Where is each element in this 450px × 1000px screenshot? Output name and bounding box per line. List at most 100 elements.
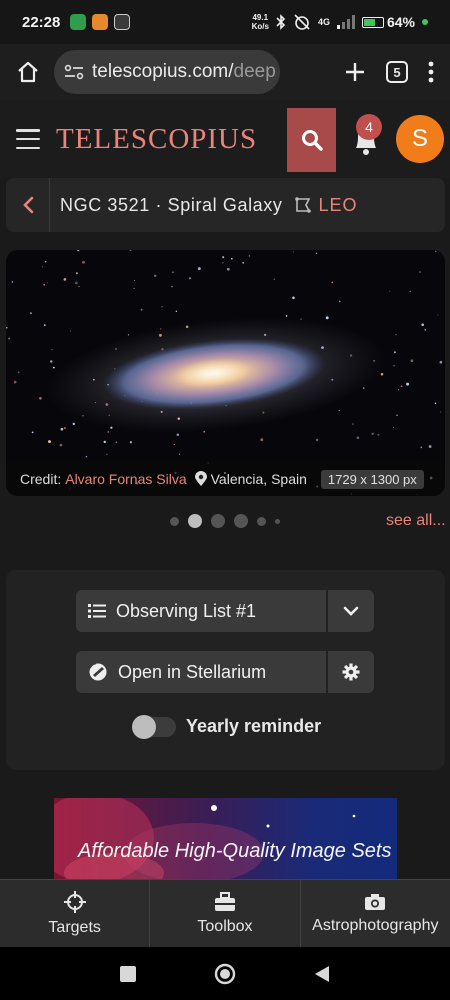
star xyxy=(176,433,180,436)
site-logo[interactable]: TELESCOPIUS xyxy=(56,123,257,156)
star xyxy=(31,431,34,434)
star xyxy=(424,329,427,331)
download-app-icon xyxy=(70,14,87,30)
yearly-reminder-toggle[interactable] xyxy=(132,714,176,739)
url-bar[interactable]: telescopius.com/deep xyxy=(54,50,280,94)
stellarium-control: Open in Stellarium xyxy=(76,651,374,693)
star xyxy=(72,422,75,426)
notification-badge: 4 xyxy=(356,114,382,140)
see-all-link[interactable]: see all... xyxy=(386,512,446,530)
star xyxy=(292,296,295,300)
star xyxy=(161,305,163,308)
star xyxy=(435,250,437,252)
observing-list-dropdown[interactable] xyxy=(328,590,374,632)
credit-author-link[interactable]: Alvaro Fornas Silva xyxy=(65,471,186,487)
carousel-dot[interactable] xyxy=(211,514,225,528)
toolbox-icon xyxy=(214,891,235,911)
star xyxy=(188,277,192,280)
star xyxy=(339,300,341,303)
star xyxy=(75,281,78,285)
site-settings-icon[interactable] xyxy=(64,63,84,81)
browser-toolbar: telescopius.com/deep 5 xyxy=(0,44,450,100)
star xyxy=(50,360,53,363)
carousel-dot[interactable] xyxy=(257,516,266,526)
star xyxy=(51,348,53,351)
carousel-dots xyxy=(170,514,280,528)
constellation-link[interactable]: LEO xyxy=(318,195,357,216)
carousel-dot[interactable] xyxy=(275,518,280,524)
star xyxy=(63,278,67,281)
star xyxy=(419,271,421,273)
gear-icon xyxy=(342,663,360,681)
star xyxy=(48,440,51,444)
back-triangle-icon[interactable] xyxy=(314,965,330,983)
image-dimensions: 1729 x 1300 px xyxy=(320,469,424,489)
credit-label: Credit: xyxy=(20,471,62,487)
star xyxy=(127,334,130,336)
star xyxy=(8,337,11,340)
star xyxy=(352,423,354,425)
new-tab-icon[interactable] xyxy=(344,61,366,83)
star xyxy=(377,433,380,436)
tab-switcher-button[interactable]: 5 xyxy=(386,61,408,83)
camera-icon xyxy=(365,893,386,910)
network-type: 4G xyxy=(317,17,330,27)
ad-banner[interactable]: Affordable High-Quality Image Sets xyxy=(54,798,397,880)
star xyxy=(39,396,42,400)
star xyxy=(60,427,64,431)
home-button[interactable] xyxy=(10,54,46,90)
yearly-reminder-row: Yearly reminder xyxy=(132,714,321,739)
recents-icon[interactable] xyxy=(120,965,136,982)
menu-icon[interactable] xyxy=(16,129,40,149)
observing-list-button[interactable]: Observing List #1 xyxy=(76,590,326,632)
battery-percent: 64% xyxy=(386,14,415,30)
star xyxy=(140,308,143,311)
star xyxy=(420,446,423,449)
list-icon xyxy=(88,604,106,618)
search-button[interactable] xyxy=(287,108,336,172)
nav-toolbox[interactable]: Toolbox xyxy=(150,880,301,947)
star xyxy=(409,290,411,292)
star xyxy=(440,411,442,413)
home-circle-icon[interactable] xyxy=(214,963,236,985)
star xyxy=(443,253,445,254)
star xyxy=(85,455,88,458)
star xyxy=(222,262,224,264)
open-stellarium-button[interactable]: Open in Stellarium xyxy=(76,651,326,693)
carousel-dot[interactable] xyxy=(170,516,179,526)
nav-targets-label: Targets xyxy=(48,918,101,936)
nav-targets[interactable]: Targets xyxy=(0,880,151,947)
object-title: NGC 3521 · Spiral Galaxy xyxy=(60,194,283,215)
carousel-dot[interactable] xyxy=(234,514,248,528)
star xyxy=(46,282,48,284)
object-image[interactable]: Credit: Alvaro Fornas Silva Valencia, Sp… xyxy=(6,250,445,496)
star xyxy=(222,256,225,259)
star xyxy=(398,389,399,391)
nav-astrophotography[interactable]: Astrophotography xyxy=(301,880,450,947)
breadcrumb: NGC 3521 · Spiral Galaxy LEO xyxy=(6,178,445,232)
star xyxy=(70,330,72,332)
star xyxy=(325,316,329,320)
nav-astrophotography-label: Astrophotography xyxy=(312,916,439,934)
star xyxy=(242,261,245,264)
back-button[interactable] xyxy=(6,178,50,232)
star xyxy=(315,438,319,442)
star xyxy=(106,453,108,455)
star xyxy=(197,267,201,271)
avatar[interactable]: S xyxy=(396,115,444,163)
star xyxy=(393,351,396,354)
net-speed: 49.1 Ko/s xyxy=(251,13,269,31)
location-pin-icon xyxy=(194,471,207,486)
star xyxy=(75,272,78,275)
signal-icon xyxy=(336,15,355,29)
more-menu-icon[interactable] xyxy=(428,61,434,83)
star xyxy=(179,453,181,455)
star xyxy=(292,251,294,253)
star xyxy=(371,432,374,435)
vpn-notification-icon xyxy=(114,14,131,30)
chevron-down-icon xyxy=(343,606,359,616)
stellarium-settings-button[interactable] xyxy=(328,651,374,693)
battery-indicator: 64% xyxy=(361,14,415,30)
carousel-dot-active[interactable] xyxy=(188,514,202,528)
observing-list-control: Observing List #1 xyxy=(76,590,374,632)
